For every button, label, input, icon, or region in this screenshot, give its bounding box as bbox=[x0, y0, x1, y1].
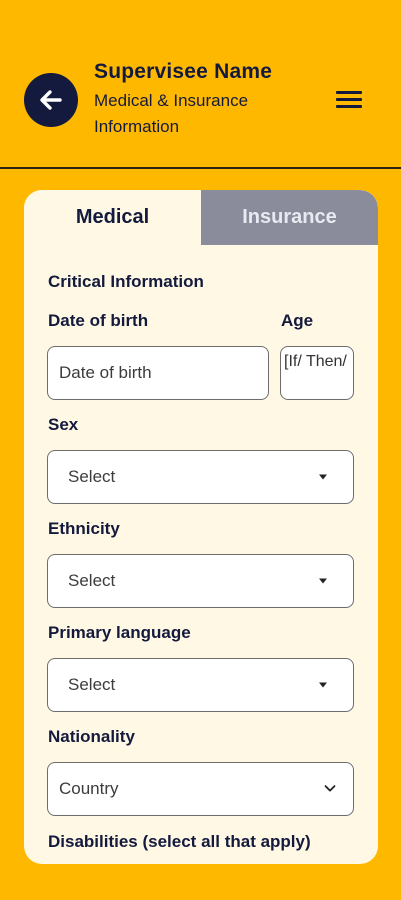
dob-label: Date of birth bbox=[48, 311, 149, 330]
disabilities-label: Disabilities (select all that apply) bbox=[48, 832, 311, 851]
back-button[interactable] bbox=[24, 73, 78, 127]
sex-select[interactable]: Select bbox=[47, 450, 354, 504]
nationality-value: Country bbox=[59, 779, 119, 798]
header-titles: Supervisee Name Medical & Insurance Info… bbox=[94, 60, 304, 140]
header-divider bbox=[0, 167, 401, 169]
ethnicity-label: Ethnicity bbox=[48, 519, 120, 538]
ethnicity-select[interactable]: Select bbox=[47, 554, 354, 608]
page-subtitle: Medical & Insurance Information bbox=[94, 91, 249, 136]
caret-down-icon bbox=[319, 474, 327, 480]
caret-down-icon bbox=[319, 578, 327, 584]
form-card: Medical Insurance Critical Information D… bbox=[24, 190, 378, 864]
nationality-label: Nationality bbox=[48, 727, 135, 746]
nationality-select[interactable]: Country bbox=[47, 762, 354, 816]
tab-medical[interactable]: Medical bbox=[24, 190, 201, 245]
dob-field[interactable]: Date of birth bbox=[47, 346, 269, 400]
ethnicity-value: Select bbox=[68, 571, 116, 590]
section-title: Critical Information bbox=[48, 272, 204, 291]
age-value: [If/ Then/ bbox=[284, 353, 347, 370]
caret-down-icon bbox=[319, 682, 327, 688]
chevron-down-icon bbox=[324, 785, 336, 792]
tab-insurance[interactable]: Insurance bbox=[201, 190, 378, 245]
page-title: Supervisee Name bbox=[94, 60, 273, 83]
language-label: Primary language bbox=[48, 623, 191, 642]
arrow-left-icon bbox=[40, 90, 62, 110]
hamburger-menu-icon[interactable] bbox=[336, 88, 364, 110]
dob-placeholder: Date of birth bbox=[59, 363, 152, 382]
tab-bar: Medical Insurance bbox=[24, 190, 378, 245]
age-field[interactable]: [If/ Then/ bbox=[280, 346, 354, 400]
age-label: Age bbox=[281, 311, 314, 330]
app-header: Supervisee Name Medical & Insurance Info… bbox=[0, 0, 401, 169]
language-value: Select bbox=[68, 675, 116, 694]
sex-value: Select bbox=[68, 467, 116, 486]
language-select[interactable]: Select bbox=[47, 658, 354, 712]
sex-label: Sex bbox=[48, 415, 79, 434]
